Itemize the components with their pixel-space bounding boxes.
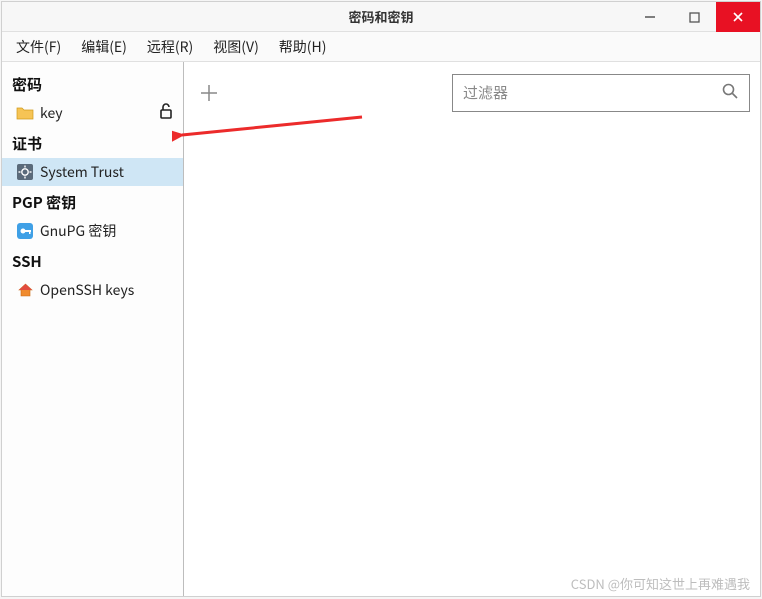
plus-icon: [198, 82, 220, 104]
sidebar: 密码 key 证书 System Trust PGP 密钥: [2, 62, 184, 596]
minimize-icon: [644, 11, 656, 23]
search-input[interactable]: [463, 85, 721, 102]
menu-view[interactable]: 视图(V): [205, 33, 267, 61]
group-ssh: SSH: [2, 245, 183, 276]
sidebar-item-label: OpenSSH keys: [40, 280, 173, 300]
sidebar-item-system-trust[interactable]: System Trust: [2, 158, 183, 186]
window-title: 密码和密钥: [348, 7, 413, 26]
app-window: 密码和密钥 文件(F) 编辑(E) 远程(R) 视图(V) 帮助(H) 密码: [1, 1, 761, 597]
content-area: 密码 key 证书 System Trust PGP 密钥: [2, 62, 760, 596]
menu-file[interactable]: 文件(F): [8, 33, 69, 61]
sidebar-item-key[interactable]: key: [2, 99, 183, 127]
main-panel: [184, 62, 760, 596]
gear-box-icon: [16, 163, 34, 181]
close-button[interactable]: [716, 2, 760, 32]
maximize-icon: [689, 12, 700, 23]
gnupg-icon: [16, 222, 34, 240]
sidebar-item-openssh[interactable]: OpenSSH keys: [2, 276, 183, 304]
minimize-button[interactable]: [628, 2, 672, 32]
home-icon: [16, 281, 34, 299]
group-passwords: 密码: [2, 68, 183, 99]
sidebar-item-label: System Trust: [40, 162, 173, 182]
window-controls: [628, 2, 760, 32]
sidebar-item-label: key: [40, 103, 173, 123]
titlebar: 密码和密钥: [2, 2, 760, 32]
add-button[interactable]: [194, 78, 224, 108]
maximize-button[interactable]: [672, 2, 716, 32]
menubar: 文件(F) 编辑(E) 远程(R) 视图(V) 帮助(H): [2, 32, 760, 62]
unlock-icon: [159, 103, 173, 124]
group-pgp: PGP 密钥: [2, 186, 183, 217]
sidebar-item-label: GnuPG 密钥: [40, 221, 173, 241]
sidebar-item-gnupg[interactable]: GnuPG 密钥: [2, 217, 183, 245]
menu-remote[interactable]: 远程(R): [139, 33, 201, 61]
group-certs: 证书: [2, 127, 183, 158]
watermark: CSDN @你可知这世上再难遇我: [571, 574, 750, 593]
search-icon: [721, 82, 739, 105]
toolbar: [184, 62, 760, 112]
search-box[interactable]: [452, 74, 750, 112]
menu-edit[interactable]: 编辑(E): [73, 33, 135, 61]
menu-help[interactable]: 帮助(H): [271, 33, 335, 61]
folder-icon: [16, 104, 34, 122]
close-icon: [732, 11, 744, 23]
